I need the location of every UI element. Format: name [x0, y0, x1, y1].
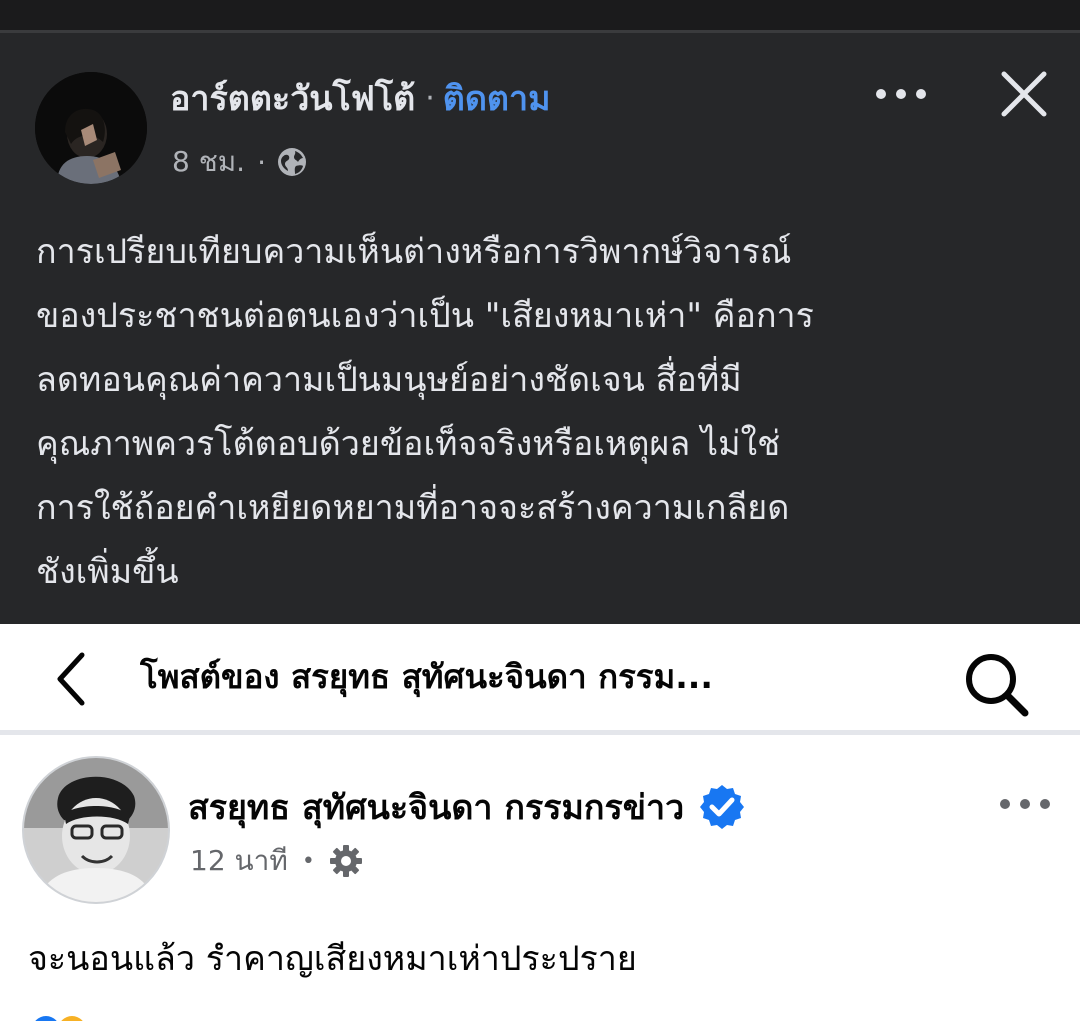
back-button[interactable]: [40, 644, 100, 714]
verified-badge-icon: [698, 783, 746, 831]
more-options-button[interactable]: [990, 780, 1060, 828]
separator-dot: ·: [425, 80, 435, 116]
more-dots-icon: [876, 89, 926, 99]
post-page-header: โพสต์ของ สรยุทธ สุทัศนะจินดา กรรม...: [0, 624, 1080, 730]
post-body-line: ชังเพิ่มขึ้น: [36, 552, 179, 592]
reaction-icons[interactable]: [28, 1012, 118, 1021]
meta-separator: ·: [257, 145, 266, 179]
post-body-line: คุณภาพควรโต้ตอบด้วยข้อเท็จจริงหรือเหตุผล…: [36, 424, 781, 464]
globe-icon: [277, 148, 306, 176]
avatar-photo-icon: [24, 758, 168, 902]
avatar[interactable]: [22, 756, 170, 904]
avatar[interactable]: [35, 72, 147, 184]
post-meta: 12 นาที •: [190, 838, 363, 884]
post-body: การเปรียบเทียบความเห็นต่างหรือการวิพากษ์…: [36, 220, 1046, 604]
post-author-row: สรยุทธ สุทัศนะจินดา กรรมกรข่าว: [188, 778, 746, 836]
close-icon: [1001, 71, 1047, 117]
post-body-line: ของประชาชนต่อตนเองว่าเป็น "เสียงหมาเห่า"…: [36, 296, 814, 336]
verified-badge-icon: [700, 785, 745, 829]
post-body-line: การใช้ถ้อยคำเหยียดหยามที่อาจจะสร้างความเ…: [36, 488, 790, 528]
post-body: จะนอนแล้ว รำคาญเสียงหมาเห่าประปราย: [28, 939, 637, 979]
page-title: โพสต์ของ สรยุทธ สุทัศนะจินดา กรรม...: [140, 657, 713, 696]
chevron-left-icon: [57, 652, 85, 706]
gear-icon: [329, 845, 362, 877]
post-time[interactable]: 8 ชม.: [172, 140, 245, 184]
more-dots-icon: [1000, 799, 1050, 809]
close-button[interactable]: [996, 66, 1052, 122]
more-options-button[interactable]: [868, 70, 934, 118]
shared-post-dark: อาร์ตตะวันโฟโต้ · ติดตาม 8 ชม. · การเปรี…: [0, 0, 1080, 624]
search-button[interactable]: [958, 646, 1034, 722]
post-meta: 8 ชม. ·: [172, 140, 308, 184]
meta-separator: •: [301, 848, 315, 874]
status-strip: [0, 0, 1080, 33]
reaction-icons: [35, 1016, 83, 1021]
search-icon: [966, 654, 1029, 717]
avatar-photo-icon: [35, 72, 147, 184]
follow-button[interactable]: ติดตาม: [443, 71, 551, 125]
author-name[interactable]: สรยุทธ สุทัศนะจินดา กรรมกรข่าว: [188, 780, 684, 834]
post-author-row: อาร์ตตะวันโฟโต้ · ติดตาม: [170, 70, 551, 126]
post-time[interactable]: 12 นาที: [190, 839, 288, 883]
post-body-line: ลดทอนคุณค่าความเป็นมนุษย์อย่างชัดเจน สื่…: [36, 360, 742, 400]
section-divider: [0, 730, 1080, 735]
author-name[interactable]: อาร์ตตะวันโฟโต้: [170, 71, 415, 125]
post-body-line: การเปรียบเทียบความเห็นต่างหรือการวิพากษ์…: [36, 232, 792, 272]
